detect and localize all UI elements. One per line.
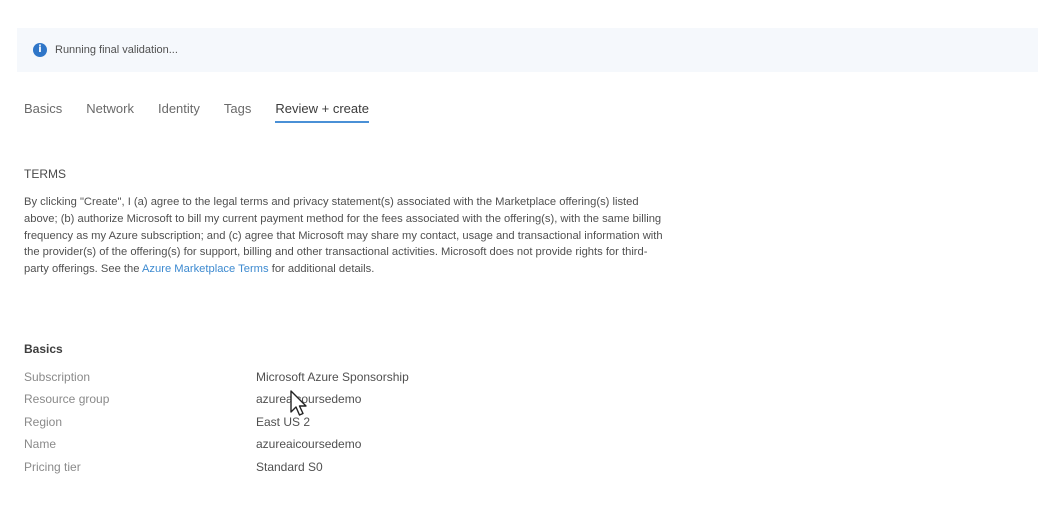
summary-label: Resource group	[24, 392, 110, 406]
summary-row-resource-group: Resource group azureaicoursedemo	[24, 392, 361, 410]
wizard-tabs: Basics Network Identity Tags Review + cr…	[24, 101, 369, 123]
summary-label: Region	[24, 415, 63, 429]
terms-heading: TERMS	[24, 167, 66, 181]
terms-text: By clicking "Create", I (a) agree to the…	[24, 194, 664, 278]
info-icon: i	[33, 43, 47, 57]
summary-value: Standard S0	[256, 460, 323, 474]
summary-row-name: Name azureaicoursedemo	[24, 437, 361, 455]
summary-label: Name	[24, 437, 57, 451]
tab-tags[interactable]: Tags	[224, 101, 251, 123]
summary-row-pricing-tier: Pricing tier Standard S0	[24, 460, 323, 478]
summary-value: azureaicoursedemo	[256, 437, 362, 451]
summary-label: Subscription	[24, 370, 91, 384]
summary-value: Microsoft Azure Sponsorship	[256, 370, 409, 384]
tab-review-create[interactable]: Review + create	[275, 101, 369, 123]
tab-network[interactable]: Network	[86, 101, 134, 123]
azure-marketplace-terms-link[interactable]: Azure Marketplace Terms	[142, 263, 269, 275]
summary-row-subscription: Subscription Microsoft Azure Sponsorship	[24, 370, 409, 388]
basics-section-title: Basics	[24, 342, 63, 356]
tab-identity[interactable]: Identity	[158, 101, 200, 123]
summary-label: Pricing tier	[24, 460, 81, 474]
terms-text-part2: for additional details.	[268, 263, 375, 276]
validation-banner: i Running final validation...	[17, 28, 1038, 72]
mouse-pointer-icon	[290, 390, 307, 416]
banner-text: Running final validation...	[55, 44, 178, 56]
tab-basics[interactable]: Basics	[24, 101, 62, 123]
summary-row-region: Region East US 2	[24, 415, 310, 433]
